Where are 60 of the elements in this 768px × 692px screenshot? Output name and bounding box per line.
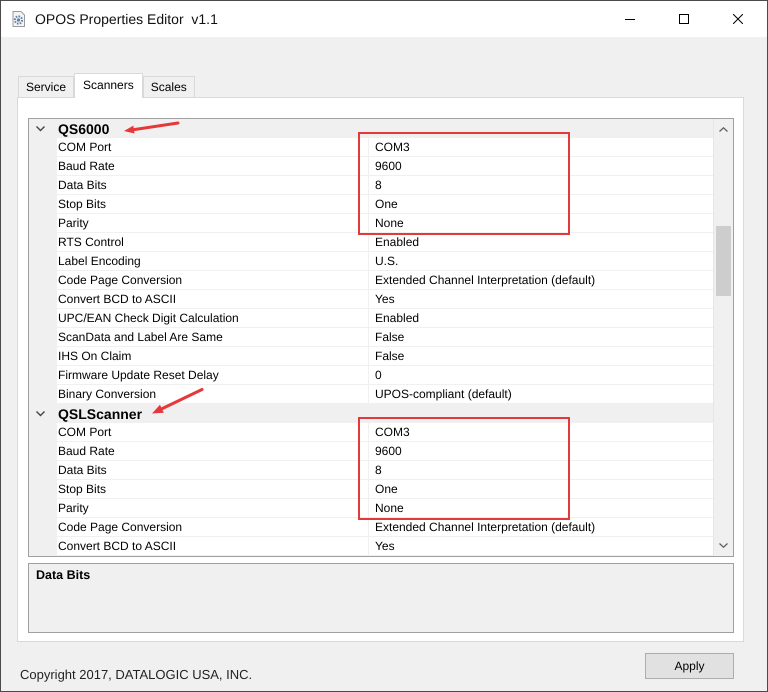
property-value[interactable]: Extended Channel Interpretation (default) (369, 518, 713, 536)
chevron-down-icon[interactable] (36, 409, 45, 418)
scroll-up-icon[interactable] (719, 127, 728, 132)
property-name[interactable]: Code Page Conversion (57, 271, 368, 289)
maximize-icon[interactable] (679, 14, 689, 24)
property-value[interactable]: Enabled (369, 233, 713, 251)
property-name[interactable]: COM Port (57, 138, 368, 156)
property-name[interactable]: Baud Rate (57, 157, 368, 175)
property-name[interactable]: Convert BCD to ASCII (57, 290, 368, 308)
tab[interactable]: Scanners (74, 73, 143, 98)
property-value[interactable]: None (369, 214, 713, 232)
property-value[interactable]: 8 (369, 176, 713, 194)
property-value[interactable]: COM3 (369, 423, 713, 441)
property-name[interactable]: Baud Rate (57, 442, 368, 460)
property-value[interactable]: UPOS-compliant (default) (369, 385, 713, 403)
property-value[interactable]: 0 (369, 366, 713, 384)
category-name[interactable]: QSLScanner (58, 406, 142, 422)
property-name[interactable]: ScanData and Label Are Same (57, 328, 368, 346)
property-name[interactable]: IHS On Claim (57, 347, 368, 365)
property-value[interactable]: 8 (369, 461, 713, 479)
copyright-text: Copyright 2017, DATALOGIC USA, INC. (20, 667, 252, 682)
scrollbar[interactable] (713, 119, 733, 556)
property-value[interactable]: Extended Channel Interpretation (default) (369, 271, 713, 289)
property-name[interactable]: Data Bits (57, 461, 368, 479)
property-value[interactable]: One (369, 480, 713, 498)
property-name[interactable]: Stop Bits (57, 480, 368, 498)
property-value[interactable]: None (369, 499, 713, 517)
property-name[interactable]: Code Page Conversion (57, 518, 368, 536)
property-value[interactable]: 9600 (369, 442, 713, 460)
property-value[interactable]: False (369, 347, 713, 365)
property-name[interactable]: Stop Bits (57, 195, 368, 213)
chevron-down-icon[interactable] (36, 124, 45, 133)
close-icon[interactable] (733, 14, 743, 24)
property-name[interactable]: Firmware Update Reset Delay (57, 366, 368, 384)
property-value[interactable]: Yes (369, 290, 713, 308)
property-name[interactable]: Parity (57, 214, 368, 232)
property-value[interactable]: Enabled (369, 309, 713, 327)
property-name[interactable]: Convert BCD to ASCII (57, 537, 368, 555)
property-value[interactable]: False (369, 328, 713, 346)
property-name[interactable]: COM Port (57, 423, 368, 441)
property-value[interactable]: One (369, 195, 713, 213)
window-title: OPOS Properties Editor v1.1 (35, 11, 218, 27)
scroll-down-icon[interactable] (719, 543, 728, 548)
apply-button[interactable]: Apply (645, 653, 734, 679)
property-name[interactable]: UPC/EAN Check Digit Calculation (57, 309, 368, 327)
property-value[interactable]: 9600 (369, 157, 713, 175)
property-name[interactable]: RTS Control (57, 233, 368, 251)
description-title: Data Bits (36, 568, 90, 582)
property-name[interactable]: Data Bits (57, 176, 368, 194)
tab[interactable]: Scales (142, 76, 195, 97)
tab[interactable]: Service (18, 76, 74, 97)
category-name[interactable]: QS6000 (58, 120, 110, 136)
property-name[interactable]: Binary Conversion (57, 385, 368, 403)
property-value[interactable]: COM3 (369, 138, 713, 156)
property-value[interactable]: U.S. (369, 252, 713, 270)
scrollbar-thumb[interactable] (716, 226, 731, 296)
property-name[interactable]: Label Encoding (57, 252, 368, 270)
property-name[interactable]: Parity (57, 499, 368, 517)
document-gear-icon (11, 11, 27, 27)
property-value[interactable]: Yes (369, 537, 713, 555)
